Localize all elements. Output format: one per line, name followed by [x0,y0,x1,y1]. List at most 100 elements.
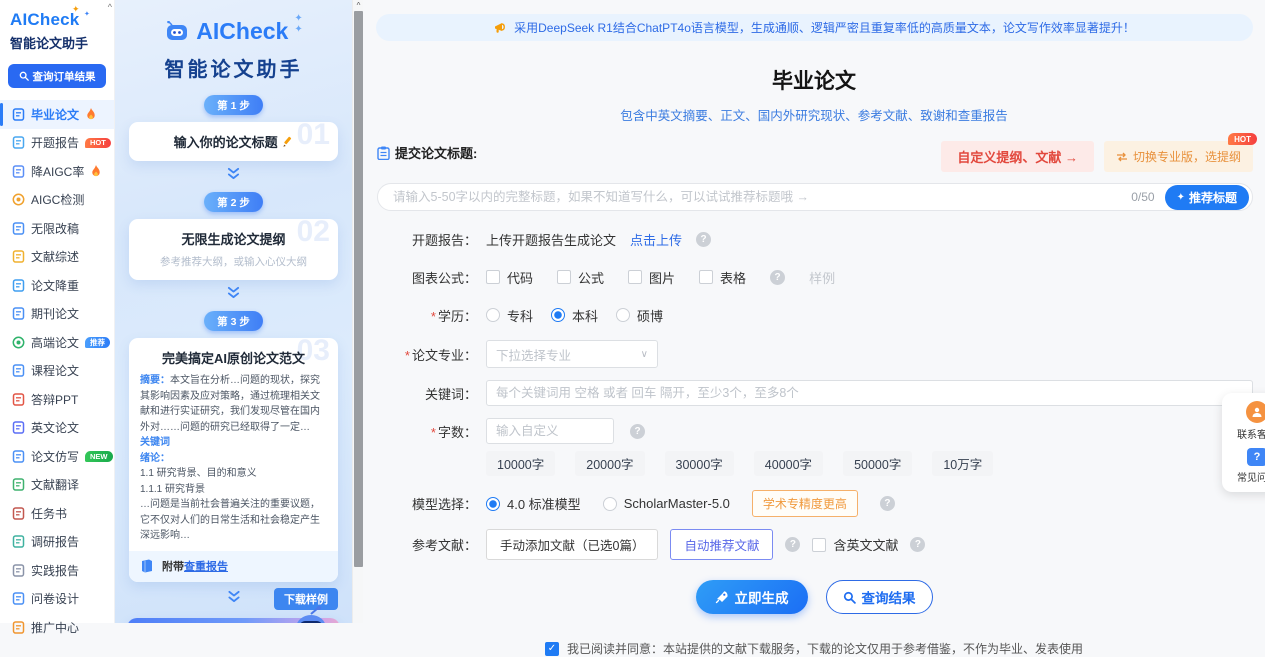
unlimited-edit-icon [11,221,25,235]
wordcount-chip-50000字[interactable]: 50000字 [843,451,912,476]
query-order-button[interactable]: 查询订单结果 [8,64,106,88]
sidebar-item-实践报告[interactable]: 实践报告 [0,556,114,585]
wordcount-chip-40000字[interactable]: 40000字 [754,451,823,476]
proposal-report-icon [11,136,25,150]
degree-option-专科[interactable]: 专科 [486,306,533,325]
badge-推荐: 推荐 [85,337,110,348]
degree-option-硕博[interactable]: 硕博 [616,306,663,325]
help-icon[interactable]: ? [910,537,925,552]
radio-icon [603,497,617,511]
query-results-button[interactable]: 查询结果 [826,580,933,614]
sample-abstract: 摘要：本文旨在分析…问题的现状，探究其影响因素及应对策略，通过梳理相关文献和进行… [129,373,338,544]
agreement-checkbox[interactable]: ✓ [545,642,559,656]
custom-outline-button[interactable]: 自定义提纲、文献 → [941,141,1094,172]
degree-option-本科[interactable]: 本科 [551,306,598,325]
upload-link[interactable]: 点击上传 [630,230,682,249]
help-icon[interactable]: ? [785,537,800,552]
thesis-title-input[interactable] [393,190,1121,204]
sidebar-item-AIGC检测[interactable]: AIGC检测 [0,186,114,215]
sidebar-item-论文仿写[interactable]: 论文仿写NEW [0,442,114,471]
sidebar-item-文献翻译[interactable]: 文献翻译 [0,471,114,500]
sidebar-item-论文降重[interactable]: 论文降重 [0,271,114,300]
promo-panel: AICheck ✦✦ 智能论文助手 第 1 步 01 输入你的论文标题 第 2 … [115,0,352,623]
sparkle-icon: ✦ [72,4,80,15]
questionnaire-icon [11,592,25,606]
promotion-center-icon [11,620,25,634]
charts-row: 图表公式： 代码公式图片表格?样例 [363,264,1265,290]
sidebar-item-调研报告[interactable]: 调研报告 [0,528,114,557]
sample-link[interactable]: 样例 [809,268,835,287]
chart-option-代码[interactable]: 代码 [486,268,533,287]
faq-icon[interactable]: ? [1247,448,1265,466]
logo: AICheck ✦ ✦ 智能论文助手 [0,0,114,52]
chart-option-表格[interactable]: 表格 [699,268,746,287]
literature-translate-icon [11,478,25,492]
scrollbar-thumb[interactable] [354,11,363,567]
model-option-4.0 标准模型[interactable]: 4.0 标准模型 [486,494,581,513]
faq-label[interactable]: 常见问题 [1222,469,1265,484]
fire-icon [85,108,97,121]
sidebar-item-高端论文[interactable]: 高端论文推荐 [0,328,114,357]
sidebar-item-文献综述[interactable]: 文献综述 [0,243,114,272]
model-option-ScholarMaster-5.0[interactable]: ScholarMaster-5.0 [603,496,730,511]
help-icon[interactable]: ? [880,496,895,511]
course-paper-icon [11,364,25,378]
sidebar-item-开题报告[interactable]: 开题报告HOT [0,129,114,158]
badge-NEW: NEW [85,451,113,462]
page-title: 毕业论文 [363,65,1265,95]
page-subtitle: 包含中英文摘要、正文、国内外研究现状、参考文献、致谢和查重报告 [363,105,1265,124]
sidebar-item-英文论文[interactable]: 英文论文 [0,414,114,443]
wordcount-chip-30000字[interactable]: 30000字 [665,451,734,476]
sidebar-item-无限改稿[interactable]: 无限改稿 [0,214,114,243]
chart-option-公式[interactable]: 公式 [557,268,604,287]
contact-service-icon[interactable] [1246,401,1265,423]
promo-brand: AICheck [196,18,288,45]
sidebar-item-任务书[interactable]: 任务书 [0,499,114,528]
robot-icon [288,606,334,624]
sidebar-item-毕业论文[interactable]: 毕业论文 [0,100,114,129]
switch-pro-button[interactable]: 切换专业版，选提纲 HOT [1104,141,1253,172]
swap-icon [1116,152,1128,162]
logo-title: AICheck [10,10,114,30]
sidebar-item-期刊论文[interactable]: 期刊论文 [0,300,114,329]
report-link[interactable]: 查重报告 [184,561,228,573]
sidebar-item-课程论文[interactable]: 课程论文 [0,357,114,386]
sidebar-item-问卷设计[interactable]: 问卷设计 [0,585,114,614]
hot-badge: HOT [1228,133,1257,145]
wordcount-input[interactable] [486,418,614,444]
wordcount-chip-20000字[interactable]: 20000字 [575,451,644,476]
wordcount-chip-10万字[interactable]: 10万字 [932,451,993,476]
premium-paper-icon [11,335,25,349]
checkbox-icon [628,270,642,284]
english-references-checkbox[interactable]: 含英文文献 [812,535,898,554]
wordcount-chip-10000字[interactable]: 10000字 [486,451,555,476]
help-icon[interactable]: ? [696,232,711,247]
main-content: 采用DeepSeek R1结合ChatPT4o语言模型，生成通顺、逻辑严密且重复… [363,0,1265,623]
major-select[interactable]: 下拉选择专业 ∨ [486,340,658,368]
sidebar-item-答辩PPT[interactable]: 答辩PPT [0,385,114,414]
help-icon[interactable]: ? [770,270,785,285]
help-icon[interactable]: ? [630,424,645,439]
model-badge[interactable]: 学术专精度更高 [752,490,858,517]
practice-report-icon [11,563,25,577]
thesis-title-field: 0/50 ✦ 推荐标题 [377,183,1253,211]
step-3-badge: 第 3 步 [204,311,263,331]
generate-button[interactable]: 立即生成 [696,580,808,614]
manual-add-references-button[interactable]: 手动添加文献（已选0篇） [486,529,658,560]
contact-service-label[interactable]: 联系客服 [1222,426,1265,441]
sidebar-menu: 毕业论文开题报告HOT降AIGC率AIGC检测无限改稿文献综述论文降重期刊论文高… [0,100,114,642]
chart-option-图片[interactable]: 图片 [628,268,675,287]
sidebar-item-推广中心[interactable]: 推广中心 [0,613,114,642]
radio-icon [551,308,565,322]
auto-recommend-references-button[interactable]: 自动推荐文献 [670,529,773,560]
dedup-icon [11,278,25,292]
scroll-up-icon[interactable]: ^ [354,1,363,10]
keywords-input[interactable] [486,380,1253,406]
reduce-aigc-icon [11,164,25,178]
wordcount-row: *字数： ? [363,418,1265,444]
major-row: *论文专业： 下拉选择专业 ∨ [363,340,1265,368]
panel-scrollbar[interactable]: ^ [352,0,363,623]
recommend-title-button[interactable]: ✦ 推荐标题 [1165,185,1249,210]
sidebar-item-降AIGC率[interactable]: 降AIGC率 [0,157,114,186]
sparkle-icon: ✦✦ [294,13,302,35]
